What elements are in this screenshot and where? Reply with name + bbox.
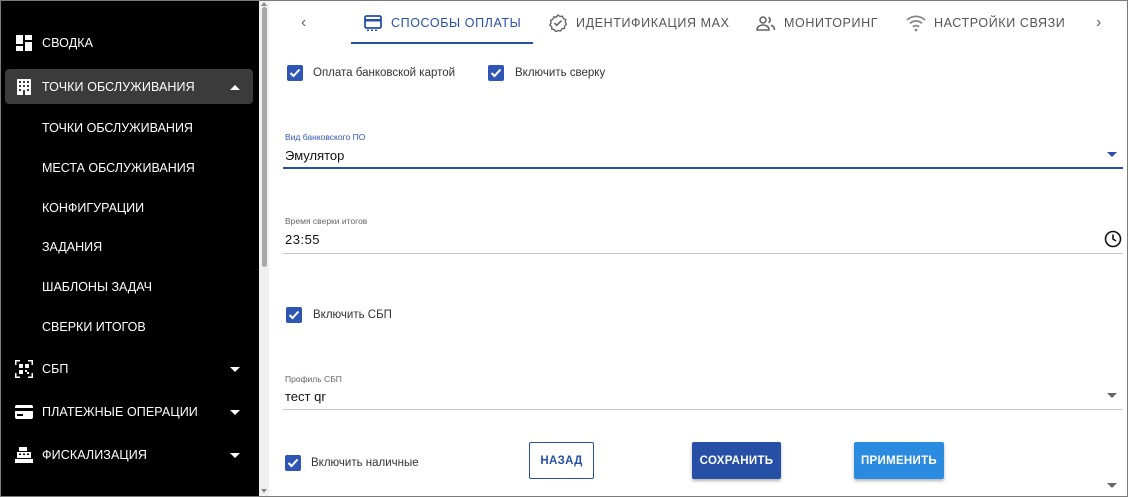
people-icon [756,13,776,33]
tab-connection-settings[interactable]: НАСТРОЙКИ СВЯЗИ [906,9,1065,37]
save-button[interactable]: СОХРАНИТЬ [692,442,781,479]
sidebar-item-label: ФИСКАЛИЗАЦИЯ [42,448,147,462]
sidebar-subitem-reconciliations[interactable]: СВЕРКИ ИТОГОВ [42,320,146,334]
sidebar-item-label: ПЛАТЕЖНЫЕ ОПЕРАЦИИ [42,405,198,419]
reconcile-time-underline [283,253,1123,254]
sidebar-scrollbar-thumb[interactable] [262,7,267,267]
card-payment-label: Оплата банковской картой [313,67,456,79]
tab-label: НАСТРОЙКИ СВЯЗИ [934,16,1066,30]
tab-monitoring[interactable]: МОНИТОРИНГ [756,9,878,37]
main-content: ‹ СПОСОБЫ ОПЛАТЫ ИДЕНТИФИКАЦИЯ MAX МОНИТ… [269,1,1127,496]
tab-label: МОНИТОРИНГ [784,16,879,30]
apply-button[interactable]: ПРИМЕНИТЬ [854,442,944,479]
cash-label: Включить наличные [311,457,419,469]
sbp-checkbox[interactable] [286,307,302,323]
tab-label: СПОСОБЫ ОПЛАТЫ [391,16,522,30]
bank-software-select[interactable]: Эмулятор [285,148,344,163]
sidebar-item-label: СВОДКА [42,36,94,50]
sbp-label: Включить СБП [313,309,392,321]
scroll-down-arrow-icon[interactable] [261,489,267,493]
sidebar-item-summary[interactable]: СВОДКА [1,25,259,61]
chevron-down-icon[interactable] [1107,393,1117,398]
reconcile-time-label: Время сверки итогов [285,216,368,226]
sbp-profile-label: Профиль СБП [285,374,342,384]
sidebar-item-label: ТОЧКИ ОБСЛУЖИВАНИЯ [42,80,195,94]
building-icon [15,78,33,96]
sidebar-subitem-service-points[interactable]: ТОЧКИ ОБСЛУЖИВАНИЯ [42,121,193,135]
tab-identification-max[interactable]: ИДЕНТИФИКАЦИЯ MAX [548,9,730,37]
bank-software-label: Вид банковского ПО [285,132,366,142]
chevron-down-icon [230,452,240,458]
reconcile-time-input[interactable]: 23:55 [285,232,320,247]
cash-register-icon [15,446,33,464]
reconcile-checkbox[interactable] [488,65,504,81]
chevron-down-icon[interactable] [1107,152,1117,157]
sidebar-item-sbp[interactable]: СБП [1,351,259,387]
cash-checkbox[interactable] [285,455,301,471]
bank-software-underline [283,167,1123,169]
tab-payment-methods[interactable]: СПОСОБЫ ОПЛАТЫ [363,9,521,37]
verified-badge-icon [548,13,568,33]
tab-label: ИДЕНТИФИКАЦИЯ MAX [576,16,730,30]
sidebar-item-fiscalization[interactable]: ФИСКАЛИЗАЦИЯ [1,437,259,473]
tabs-scroll-left-icon[interactable]: ‹ [301,14,306,32]
qr-code-icon [15,360,33,378]
credit-card-icon [15,403,33,421]
checkmark-icon [490,68,502,78]
sidebar: СВОДКА ТОЧКИ ОБСЛУЖИВАНИЯ ТОЧКИ ОБСЛУЖИВ… [1,1,259,496]
chevron-down-icon[interactable] [1107,483,1117,488]
checkmark-icon [288,310,300,320]
wifi-icon [906,13,926,33]
sidebar-subitem-tasks[interactable]: ЗАДАНИЯ [42,240,102,254]
payment-card-icon [363,13,383,33]
app-window: СВОДКА ТОЧКИ ОБСЛУЖИВАНИЯ ТОЧКИ ОБСЛУЖИВ… [0,0,1128,497]
sidebar-item-payments[interactable]: ПЛАТЕЖНЫЕ ОПЕРАЦИИ [1,394,259,430]
sidebar-subitem-task-templates[interactable]: ШАБЛОНЫ ЗАДАЧ [42,280,152,294]
scroll-up-arrow-icon[interactable] [261,2,267,6]
reconcile-label: Включить сверку [515,67,606,79]
sidebar-subitem-configurations[interactable]: КОНФИГУРАЦИИ [42,201,144,215]
sidebar-item-label: СБП [42,362,69,376]
clock-icon[interactable] [1104,230,1122,253]
sidebar-subitem-service-places[interactable]: МЕСТА ОБСЛУЖИВАНИЯ [42,161,195,175]
active-tab-indicator [351,42,533,44]
tabs-scroll-right-icon[interactable]: › [1096,14,1101,32]
sbp-profile-underline [283,409,1123,410]
dashboard-icon [15,34,33,52]
sbp-profile-select[interactable]: тест qr [285,389,326,404]
chevron-down-icon [230,409,240,415]
chevron-up-icon [230,84,240,90]
chevron-down-icon [230,366,240,372]
sidebar-item-service-points[interactable]: ТОЧКИ ОБСЛУЖИВАНИЯ [1,69,259,105]
checkmark-icon [289,68,301,78]
back-button[interactable]: НАЗАД [529,442,594,479]
card-payment-checkbox[interactable] [287,65,303,81]
checkmark-icon [287,458,299,468]
